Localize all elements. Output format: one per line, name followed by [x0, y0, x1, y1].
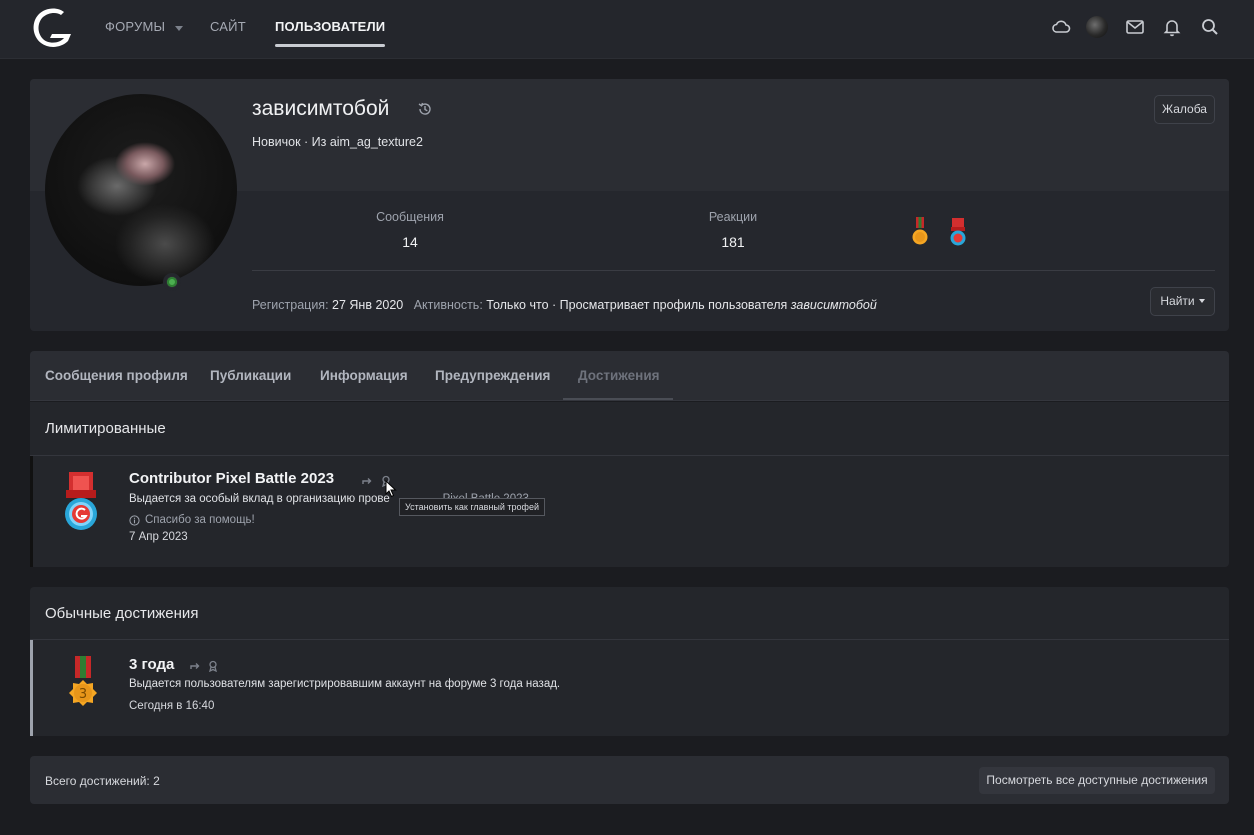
achievement-name: 3 года — [129, 656, 175, 673]
history-icon[interactable] — [417, 101, 433, 117]
total-achievements: Всего достижений: 2 — [45, 774, 160, 788]
regular-achievements-header: Обычные достижения — [30, 587, 1229, 640]
user-avatar-small[interactable] — [1086, 16, 1108, 38]
find-label: Найти — [1160, 294, 1195, 308]
limited-achievements-title: Лимитированные — [45, 420, 166, 437]
stat-messages-label: Сообщения — [376, 210, 444, 224]
tab-warnings[interactable]: Предупреждения — [435, 368, 550, 383]
achievement-row: 3 3 года Выдается пользователям зарегист… — [30, 640, 1229, 736]
achievement-name: Contributor Pixel Battle 2023 — [129, 470, 335, 487]
cloud-icon[interactable] — [1050, 16, 1072, 38]
search-icon[interactable] — [1199, 16, 1221, 38]
set-main-trophy-tooltip: Установить как главный трофей — [399, 498, 545, 516]
nav-active-indicator — [275, 44, 385, 47]
stat-messages-value[interactable]: 14 — [350, 234, 470, 250]
report-button[interactable]: Жалоба — [1154, 95, 1215, 124]
limited-achievements-header: Лимитированные — [30, 402, 1229, 456]
mail-icon[interactable] — [1124, 16, 1146, 38]
tab-active-indicator — [563, 398, 673, 400]
profile-username: зависимтобой — [252, 97, 390, 120]
achievement-description: Выдается за особый вклад в организацию п… — [129, 493, 390, 505]
profile-meta: Регистрация: 27 Янв 2020 Активность: Тол… — [252, 298, 877, 312]
regular-achievements-title: Обычные достижения — [45, 605, 199, 622]
registration-date: 27 Янв 2020 — [332, 298, 404, 312]
activity-value: Только что · Просматривает профиль польз… — [486, 298, 788, 312]
profile-card: зависимтобой Новичок · Из aim_ag_texture… — [30, 79, 1229, 331]
tab-achievements[interactable]: Достижения — [578, 368, 660, 383]
nav-forums-dropdown-icon[interactable] — [175, 26, 183, 31]
share-icon[interactable] — [189, 660, 201, 672]
medal-pixel-battle-icon[interactable] — [948, 217, 968, 249]
profile-subtitle: Новичок · Из aim_ag_texture2 — [252, 135, 423, 149]
trophy-pin-icon[interactable] — [207, 660, 219, 672]
site-logo-icon[interactable] — [28, 4, 76, 50]
share-icon[interactable] — [361, 475, 373, 487]
svg-text:3: 3 — [79, 687, 87, 702]
tab-information[interactable]: Информация — [320, 368, 408, 383]
three-years-medal-icon: 3 — [69, 656, 97, 706]
nav-users[interactable]: ПОЛЬЗОВАТЕЛИ — [275, 19, 385, 34]
achievement-row: Contributor Pixel Battle 2023 Выдается з… — [30, 456, 1229, 567]
achievement-description: Выдается пользователям зарегистрировавши… — [129, 678, 561, 690]
online-status-icon — [163, 273, 181, 291]
limited-achievements-block: Лимитированные Contributor Pixel Battle … — [30, 402, 1229, 567]
achievement-date: 7 Апр 2023 — [129, 531, 188, 543]
profile-avatar[interactable] — [45, 94, 237, 286]
nav-forums[interactable]: ФОРУМЫ — [105, 19, 165, 34]
info-icon — [129, 515, 140, 526]
find-dropdown-button[interactable]: Найти — [1150, 287, 1215, 316]
pixel-battle-medal-icon — [65, 472, 97, 530]
nav-site[interactable]: САЙТ — [210, 19, 246, 34]
view-all-achievements-button[interactable]: Посмотреть все доступные достижения — [979, 767, 1215, 794]
mouse-cursor-icon — [385, 480, 397, 498]
bell-icon[interactable] — [1161, 16, 1183, 38]
achievement-note: Спасибо за помощь! — [145, 514, 255, 526]
top-navbar: ФОРУМЫ САЙТ ПОЛЬЗОВАТЕЛИ — [0, 0, 1254, 59]
achievements-footer: Всего достижений: 2 Посмотреть все досту… — [30, 756, 1229, 804]
profile-tabs: Сообщения профиля Публикации Информация … — [30, 351, 1229, 401]
activity-label: Активность: — [413, 298, 483, 312]
regular-achievements-block: Обычные достижения 3 3 года Выдается пол… — [30, 587, 1229, 736]
tab-publications[interactable]: Публикации — [210, 368, 291, 383]
activity-user-link[interactable]: зависимтобой — [791, 298, 877, 312]
stat-reactions-label: Реакции — [708, 210, 758, 224]
stat-reactions-value[interactable]: 181 — [673, 234, 793, 250]
profile-divider — [252, 270, 1215, 271]
tab-profile-posts[interactable]: Сообщения профиля — [45, 368, 188, 383]
registration-label: Регистрация: — [252, 298, 329, 312]
achievement-date: Сегодня в 16:40 — [129, 700, 215, 712]
medal-3-years-icon[interactable] — [910, 217, 930, 249]
caret-down-icon — [1198, 299, 1205, 303]
